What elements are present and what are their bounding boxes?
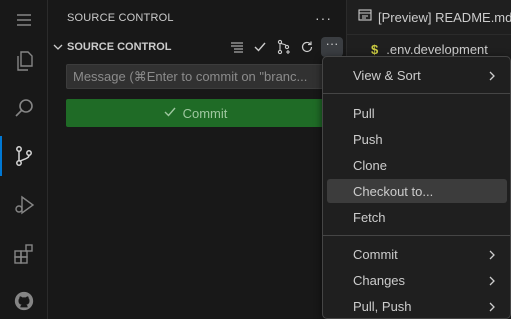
- menu-item-push[interactable]: Push: [327, 127, 507, 151]
- menu-item-pull[interactable]: Pull: [327, 101, 507, 125]
- chevron-right-icon: [487, 274, 497, 292]
- menu-item-fetch[interactable]: Fetch: [327, 205, 507, 229]
- chevron-right-icon: [487, 69, 497, 87]
- menu-item-changes[interactable]: Changes: [327, 268, 507, 292]
- menu-item-pull-push[interactable]: Pull, Push: [327, 294, 507, 318]
- menu-item-label: View & Sort: [353, 68, 421, 83]
- sidebar-more-button[interactable]: ···: [315, 10, 332, 26]
- menu-item-label: Commit: [353, 247, 398, 262]
- preview-icon: [358, 8, 372, 27]
- more-actions-button[interactable]: ···: [321, 37, 343, 57]
- menu-item-label: Checkout to...: [353, 184, 434, 199]
- search-icon[interactable]: [0, 88, 48, 128]
- menu-item-checkout[interactable]: Checkout to...: [327, 179, 507, 203]
- menu-item-commit[interactable]: Commit: [327, 242, 507, 266]
- file-name: .env.development: [386, 41, 488, 57]
- tab-label: [Preview] README.md: [378, 9, 511, 25]
- shell-file-icon: $: [371, 41, 379, 57]
- section-header[interactable]: SOURCE CONTROL ···: [48, 36, 346, 58]
- commit-button-label: Commit: [182, 105, 228, 121]
- menu-item-clone[interactable]: Clone: [327, 153, 507, 177]
- refresh-icon[interactable]: [299, 39, 315, 55]
- commit-message-input[interactable]: [66, 64, 342, 89]
- menu-separator: [323, 93, 510, 94]
- chevron-right-icon: [487, 300, 497, 318]
- tab-readme-preview[interactable]: [Preview] README.md: [347, 0, 511, 35]
- sidebar-title: SOURCE CONTROL: [67, 12, 174, 24]
- menu-icon[interactable]: [0, 0, 48, 40]
- menu-item-view-sort[interactable]: View & Sort: [327, 63, 507, 87]
- activity-bar: [0, 0, 48, 319]
- menu-separator: [323, 235, 510, 236]
- check-icon: [163, 105, 177, 122]
- files-icon[interactable]: [0, 41, 48, 81]
- extensions-icon[interactable]: [0, 234, 48, 274]
- github-icon[interactable]: [0, 281, 48, 319]
- commit-button[interactable]: Commit: [66, 99, 324, 127]
- menu-item-label: Pull, Push: [353, 299, 412, 314]
- view-as-tree-icon[interactable]: [229, 39, 245, 55]
- source-control-sidebar: SOURCE CONTROL ··· SOURCE CONTROL ··· Co…: [48, 0, 347, 319]
- menu-item-label: Push: [353, 132, 383, 147]
- more-actions-menu: View & Sort Pull Push Clone Checkout to.…: [322, 56, 511, 319]
- source-control-icon[interactable]: [0, 136, 48, 176]
- menu-item-label: Pull: [353, 106, 375, 121]
- create-branch-icon[interactable]: [276, 39, 292, 55]
- section-title: SOURCE CONTROL: [67, 41, 172, 53]
- menu-item-label: Clone: [353, 158, 387, 173]
- menu-item-label: Fetch: [353, 210, 386, 225]
- commit-check-icon[interactable]: [252, 39, 268, 55]
- menu-item-label: Changes: [353, 273, 406, 288]
- chevron-right-icon: [487, 248, 497, 266]
- chevron-down-icon: [52, 40, 64, 58]
- run-debug-icon[interactable]: [0, 185, 48, 225]
